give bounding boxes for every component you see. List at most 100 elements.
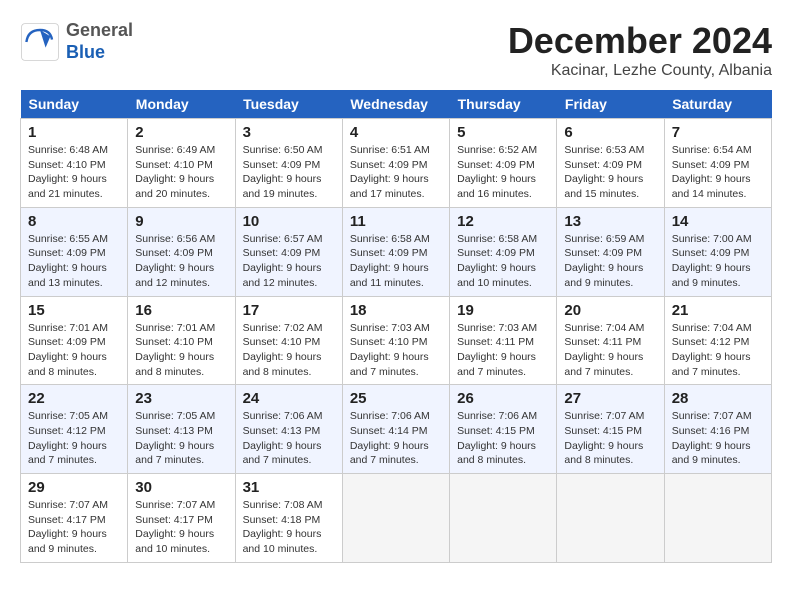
day-info: Sunrise: 7:04 AM Sunset: 4:11 PM Dayligh… xyxy=(564,321,656,380)
calendar-cell: 30Sunrise: 7:07 AM Sunset: 4:17 PM Dayli… xyxy=(128,474,235,563)
weekday-header: Sunday xyxy=(21,90,128,119)
calendar-week-row: 1Sunrise: 6:48 AM Sunset: 4:10 PM Daylig… xyxy=(21,119,772,208)
calendar-cell: 25 Sunrise: 7:06 AM Sunset: 4:14 PM Dayli… xyxy=(342,385,449,474)
day-info: Sunrise: 7:07 AM Sunset: 4:16 PM Dayligh… xyxy=(672,409,764,468)
day-info: Sunrise: 6:50 AM Sunset: 4:09 PM Dayligh… xyxy=(243,143,335,202)
day-number: 7 xyxy=(672,124,764,141)
calendar-cell: 6 Sunrise: 6:53 AM Sunset: 4:09 PM Daylig… xyxy=(557,119,664,208)
day-info: Sunrise: 6:58 AM Sunset: 4:09 PM Dayligh… xyxy=(350,232,442,291)
calendar-cell: 3 Sunrise: 6:50 AM Sunset: 4:09 PM Daylig… xyxy=(235,119,342,208)
day-number: 24 xyxy=(243,390,335,407)
calendar-cell xyxy=(664,474,771,563)
day-number: 13 xyxy=(564,213,656,230)
day-info: Sunrise: 7:06 AM Sunset: 4:13 PM Dayligh… xyxy=(243,409,335,468)
calendar-cell: 24 Sunrise: 7:06 AM Sunset: 4:13 PM Dayli… xyxy=(235,385,342,474)
weekday-header: Friday xyxy=(557,90,664,119)
day-number: 29 xyxy=(28,479,120,496)
day-info: Sunrise: 7:07 AM Sunset: 4:17 PM Dayligh… xyxy=(28,498,120,557)
calendar-table: SundayMondayTuesdayWednesdayThursdayFrid… xyxy=(20,90,772,563)
calendar-cell: 12 Sunrise: 6:58 AM Sunset: 4:09 PM Dayli… xyxy=(450,207,557,296)
day-info: Sunrise: 6:51 AM Sunset: 4:09 PM Dayligh… xyxy=(350,143,442,202)
day-info: Sunrise: 7:08 AM Sunset: 4:18 PM Dayligh… xyxy=(243,498,335,557)
day-info: Sunrise: 7:02 AM Sunset: 4:10 PM Dayligh… xyxy=(243,321,335,380)
day-number: 15 xyxy=(28,302,120,319)
calendar-cell: 13 Sunrise: 6:59 AM Sunset: 4:09 PM Dayli… xyxy=(557,207,664,296)
calendar-week-row: 29 Sunrise: 7:07 AM Sunset: 4:17 PM Dayli… xyxy=(21,474,772,563)
page-header: General Blue December 2024 Kacinar, Lezh… xyxy=(20,20,772,80)
day-info: Sunrise: 6:57 AM Sunset: 4:09 PM Dayligh… xyxy=(243,232,335,291)
calendar-week-row: 22Sunrise: 7:05 AM Sunset: 4:12 PM Dayli… xyxy=(21,385,772,474)
calendar-cell: 16 Sunrise: 7:01 AM Sunset: 4:10 PM Dayli… xyxy=(128,296,235,385)
day-number: 6 xyxy=(564,124,656,141)
day-number: 26 xyxy=(457,390,549,407)
weekday-header: Monday xyxy=(128,90,235,119)
day-info: Sunrise: 6:53 AM Sunset: 4:09 PM Dayligh… xyxy=(564,143,656,202)
logo-text: General Blue xyxy=(66,20,133,63)
calendar-cell: 31 Sunrise: 7:08 AM Sunset: 4:18 PM Dayli… xyxy=(235,474,342,563)
calendar-cell: 11 Sunrise: 6:58 AM Sunset: 4:09 PM Dayli… xyxy=(342,207,449,296)
day-info: Sunrise: 7:05 AM Sunset: 4:13 PM Dayligh… xyxy=(135,409,227,468)
day-info: Sunrise: 7:06 AM Sunset: 4:14 PM Dayligh… xyxy=(350,409,442,468)
day-info: Sunrise: 6:59 AM Sunset: 4:09 PM Dayligh… xyxy=(564,232,656,291)
day-number: 10 xyxy=(243,213,335,230)
calendar-cell: 17 Sunrise: 7:02 AM Sunset: 4:10 PM Dayli… xyxy=(235,296,342,385)
day-number: 14 xyxy=(672,213,764,230)
calendar-cell: 20Sunrise: 7:04 AM Sunset: 4:11 PM Dayli… xyxy=(557,296,664,385)
calendar-cell: 4 Sunrise: 6:51 AM Sunset: 4:09 PM Daylig… xyxy=(342,119,449,208)
day-info: Sunrise: 7:00 AM Sunset: 4:09 PM Dayligh… xyxy=(672,232,764,291)
day-number: 27 xyxy=(564,390,656,407)
day-number: 4 xyxy=(350,124,442,141)
day-number: 2 xyxy=(135,124,227,141)
location-title: Kacinar, Lezhe County, Albania xyxy=(508,62,772,80)
day-number: 18 xyxy=(350,302,442,319)
day-number: 28 xyxy=(672,390,764,407)
calendar-cell: 19 Sunrise: 7:03 AM Sunset: 4:11 PM Dayli… xyxy=(450,296,557,385)
logo-icon xyxy=(20,22,60,62)
day-number: 19 xyxy=(457,302,549,319)
weekday-header: Saturday xyxy=(664,90,771,119)
calendar-cell: 29 Sunrise: 7:07 AM Sunset: 4:17 PM Dayli… xyxy=(21,474,128,563)
day-number: 16 xyxy=(135,302,227,319)
weekday-header: Thursday xyxy=(450,90,557,119)
day-number: 21 xyxy=(672,302,764,319)
day-info: Sunrise: 6:52 AM Sunset: 4:09 PM Dayligh… xyxy=(457,143,549,202)
day-info: Sunrise: 6:55 AM Sunset: 4:09 PM Dayligh… xyxy=(28,232,120,291)
day-number: 1 xyxy=(28,124,120,141)
day-number: 23 xyxy=(135,390,227,407)
calendar-cell: 14 Sunrise: 7:00 AM Sunset: 4:09 PM Dayli… xyxy=(664,207,771,296)
calendar-cell: 7Sunrise: 6:54 AM Sunset: 4:09 PM Daylig… xyxy=(664,119,771,208)
day-info: Sunrise: 6:58 AM Sunset: 4:09 PM Dayligh… xyxy=(457,232,549,291)
day-number: 3 xyxy=(243,124,335,141)
calendar-cell: 21 Sunrise: 7:04 AM Sunset: 4:12 PM Dayli… xyxy=(664,296,771,385)
calendar-cell: 22Sunrise: 7:05 AM Sunset: 4:12 PM Dayli… xyxy=(21,385,128,474)
day-number: 25 xyxy=(350,390,442,407)
calendar-cell xyxy=(450,474,557,563)
day-info: Sunrise: 7:01 AM Sunset: 4:10 PM Dayligh… xyxy=(135,321,227,380)
calendar-cell: 9 Sunrise: 6:56 AM Sunset: 4:09 PM Daylig… xyxy=(128,207,235,296)
calendar-cell: 18Sunrise: 7:03 AM Sunset: 4:10 PM Dayli… xyxy=(342,296,449,385)
day-info: Sunrise: 7:07 AM Sunset: 4:15 PM Dayligh… xyxy=(564,409,656,468)
day-number: 9 xyxy=(135,213,227,230)
day-info: Sunrise: 6:56 AM Sunset: 4:09 PM Dayligh… xyxy=(135,232,227,291)
calendar-cell: 15Sunrise: 7:01 AM Sunset: 4:09 PM Dayli… xyxy=(21,296,128,385)
day-number: 11 xyxy=(350,213,442,230)
calendar-cell xyxy=(342,474,449,563)
calendar-header-row: SundayMondayTuesdayWednesdayThursdayFrid… xyxy=(21,90,772,119)
day-number: 12 xyxy=(457,213,549,230)
calendar-cell: 26Sunrise: 7:06 AM Sunset: 4:15 PM Dayli… xyxy=(450,385,557,474)
day-info: Sunrise: 7:03 AM Sunset: 4:11 PM Dayligh… xyxy=(457,321,549,380)
day-number: 17 xyxy=(243,302,335,319)
logo: General Blue xyxy=(20,20,133,63)
calendar-cell: 5 Sunrise: 6:52 AM Sunset: 4:09 PM Daylig… xyxy=(450,119,557,208)
calendar-cell: 1Sunrise: 6:48 AM Sunset: 4:10 PM Daylig… xyxy=(21,119,128,208)
calendar-cell: 10 Sunrise: 6:57 AM Sunset: 4:09 PM Dayli… xyxy=(235,207,342,296)
calendar-week-row: 8Sunrise: 6:55 AM Sunset: 4:09 PM Daylig… xyxy=(21,207,772,296)
day-number: 5 xyxy=(457,124,549,141)
calendar-week-row: 15Sunrise: 7:01 AM Sunset: 4:09 PM Dayli… xyxy=(21,296,772,385)
calendar-cell: 23 Sunrise: 7:05 AM Sunset: 4:13 PM Dayli… xyxy=(128,385,235,474)
day-number: 31 xyxy=(243,479,335,496)
day-info: Sunrise: 7:04 AM Sunset: 4:12 PM Dayligh… xyxy=(672,321,764,380)
weekday-header: Wednesday xyxy=(342,90,449,119)
day-info: Sunrise: 7:05 AM Sunset: 4:12 PM Dayligh… xyxy=(28,409,120,468)
day-info: Sunrise: 6:49 AM Sunset: 4:10 PM Dayligh… xyxy=(135,143,227,202)
